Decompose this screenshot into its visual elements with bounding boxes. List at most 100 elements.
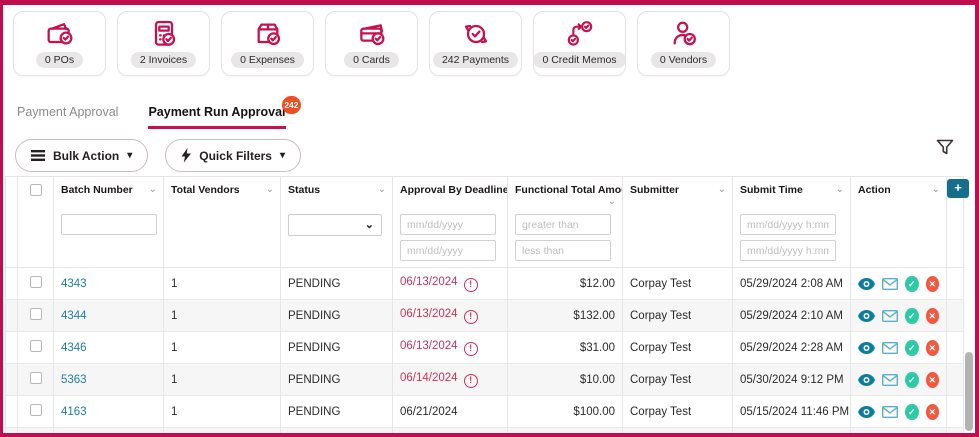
view-eye-icon[interactable]: [858, 373, 875, 386]
submit-time-filter-cell: [732, 207, 851, 268]
reject-icon[interactable]: ✕: [925, 275, 939, 292]
submitter-filter-cell: [622, 207, 733, 268]
row-checkbox-cell: [17, 427, 54, 433]
deadline-to-input[interactable]: [400, 240, 496, 261]
submit-time-cell: 05/29/2024 2:10 AM: [732, 299, 851, 332]
sort-icon[interactable]: ⌄: [378, 184, 386, 195]
extra-cell: [946, 331, 964, 364]
col-total-vendors: Total Vendors ⌄: [163, 176, 281, 207]
batch-number-cell: 4343: [53, 267, 164, 300]
gutter-header: [5, 176, 18, 207]
tab-payment-run-approval[interactable]: Payment Run Approval 242: [148, 96, 301, 129]
sort-icon[interactable]: ⌄: [718, 184, 726, 195]
col-submitter-label: Submitter: [630, 184, 680, 196]
approve-icon[interactable]: ✓: [905, 403, 919, 420]
col-action: Action ⌄: [850, 176, 947, 207]
approve-icon[interactable]: ✓: [905, 275, 919, 292]
row-checkbox-cell: [17, 299, 54, 332]
view-eye-icon[interactable]: [858, 277, 875, 290]
vertical-scrollbar-thumb[interactable]: [965, 352, 973, 431]
amount-cell: $132.00: [507, 299, 623, 332]
batch-number-link[interactable]: 4163: [61, 406, 87, 418]
credit-memos-icon: [567, 21, 592, 46]
row-checkbox[interactable]: [29, 340, 42, 352]
status-filter-select[interactable]: ⌄: [288, 214, 382, 236]
overdue-warning-icon: !: [463, 309, 478, 324]
row-checkbox[interactable]: [29, 276, 42, 288]
sort-icon[interactable]: ⌄: [608, 196, 616, 207]
approve-icon[interactable]: ✓: [905, 371, 919, 388]
reject-icon[interactable]: ✕: [925, 403, 939, 420]
sort-icon[interactable]: ⌄: [149, 184, 157, 195]
tab-count-badge: 242: [282, 96, 301, 114]
reject-icon[interactable]: ✕: [925, 307, 939, 324]
view-eye-icon[interactable]: [858, 341, 875, 354]
email-envelope-icon[interactable]: [882, 309, 898, 322]
sort-icon[interactable]: ⌄: [266, 184, 274, 195]
submit-time-to-input[interactable]: [740, 240, 836, 261]
card-invoices[interactable]: 2 Invoices: [117, 11, 210, 76]
batch-number-link[interactable]: 4343: [61, 278, 87, 290]
col-status-label: Status: [288, 184, 321, 196]
filter-funnel-icon[interactable]: [935, 138, 955, 158]
email-envelope-icon[interactable]: [882, 405, 898, 418]
card-expenses[interactable]: 0 Expenses: [221, 11, 314, 76]
caret-down-icon: ▾: [279, 150, 285, 161]
checkbox-filter: [17, 207, 54, 268]
col-batch-number: Batch Number ⌄: [53, 176, 164, 207]
row-checkbox[interactable]: [29, 372, 42, 384]
total-vendors-cell: 1: [163, 427, 281, 433]
view-eye-icon[interactable]: [858, 405, 875, 418]
row-checkbox-cell: [17, 395, 54, 428]
tab-payment-approval[interactable]: Payment Approval: [17, 105, 118, 126]
email-envelope-icon[interactable]: [882, 373, 898, 386]
invoices-icon: [154, 20, 175, 46]
batch-number-link[interactable]: 5363: [61, 374, 87, 386]
card-credit-memos-label: 0 Credit Memos: [533, 52, 626, 68]
table-row: 4346 1 PENDING 06/13/2024! $31.00 Corpay…: [5, 331, 964, 364]
col-status: Status ⌄: [280, 176, 393, 207]
card-vendors[interactable]: 0 Vendors: [637, 11, 730, 76]
submit-time-cell: 05/30/2024 9:12 PM: [732, 363, 851, 396]
submitter-cell: Corpay Test: [622, 427, 733, 433]
select-all-checkbox[interactable]: [29, 184, 42, 196]
reject-icon[interactable]: ✕: [925, 339, 939, 356]
amount-greater-than-input[interactable]: [515, 214, 611, 235]
email-envelope-icon[interactable]: [882, 277, 898, 290]
amount-cell: $12.00: [507, 267, 623, 300]
gutter-cell: [5, 267, 18, 300]
card-payments[interactable]: 242 Payments: [429, 11, 522, 76]
amount-less-than-input[interactable]: [515, 240, 611, 261]
reject-icon[interactable]: ✕: [925, 371, 939, 388]
table-row: 4344 1 PENDING 06/13/2024! $132.00 Corpa…: [5, 299, 964, 332]
total-vendors-cell: 1: [163, 395, 281, 428]
caret-down-icon: ▾: [127, 150, 133, 161]
card-pos[interactable]: 0 POs: [13, 11, 106, 76]
add-column-button[interactable]: +: [947, 179, 969, 198]
batch-number-cell: 4163: [53, 395, 164, 428]
card-cards[interactable]: 0 Cards: [325, 11, 418, 76]
sort-icon[interactable]: ⌄: [932, 184, 940, 195]
submit-time-from-input[interactable]: [740, 214, 836, 235]
actions-cell: ✓ ✕: [850, 331, 947, 364]
card-credit-memos[interactable]: 0 Credit Memos: [533, 11, 626, 76]
row-checkbox[interactable]: [29, 308, 42, 320]
status-cell: PENDING: [280, 363, 393, 396]
approve-icon[interactable]: ✓: [905, 307, 919, 324]
batch-number-link[interactable]: 4346: [61, 342, 87, 354]
row-checkbox[interactable]: [29, 404, 42, 416]
bulk-action-button[interactable]: Bulk Action ▾: [15, 139, 149, 172]
gutter-cell: [5, 299, 18, 332]
email-envelope-icon[interactable]: [882, 341, 898, 354]
payments-icon: [464, 24, 487, 44]
batch-number-filter-input[interactable]: [61, 214, 157, 235]
amount-cell: $100.00: [507, 427, 623, 433]
deadline-cell: 06/14/2024!: [392, 363, 508, 396]
batch-number-link[interactable]: 4344: [61, 310, 87, 322]
approve-icon[interactable]: ✓: [905, 339, 919, 356]
deadline-from-input[interactable]: [400, 214, 496, 235]
sort-icon[interactable]: ⌄: [836, 184, 844, 195]
extra-filter-cell: [946, 207, 964, 268]
view-eye-icon[interactable]: [858, 309, 875, 322]
quick-filters-button[interactable]: Quick Filters ▾: [165, 139, 301, 172]
